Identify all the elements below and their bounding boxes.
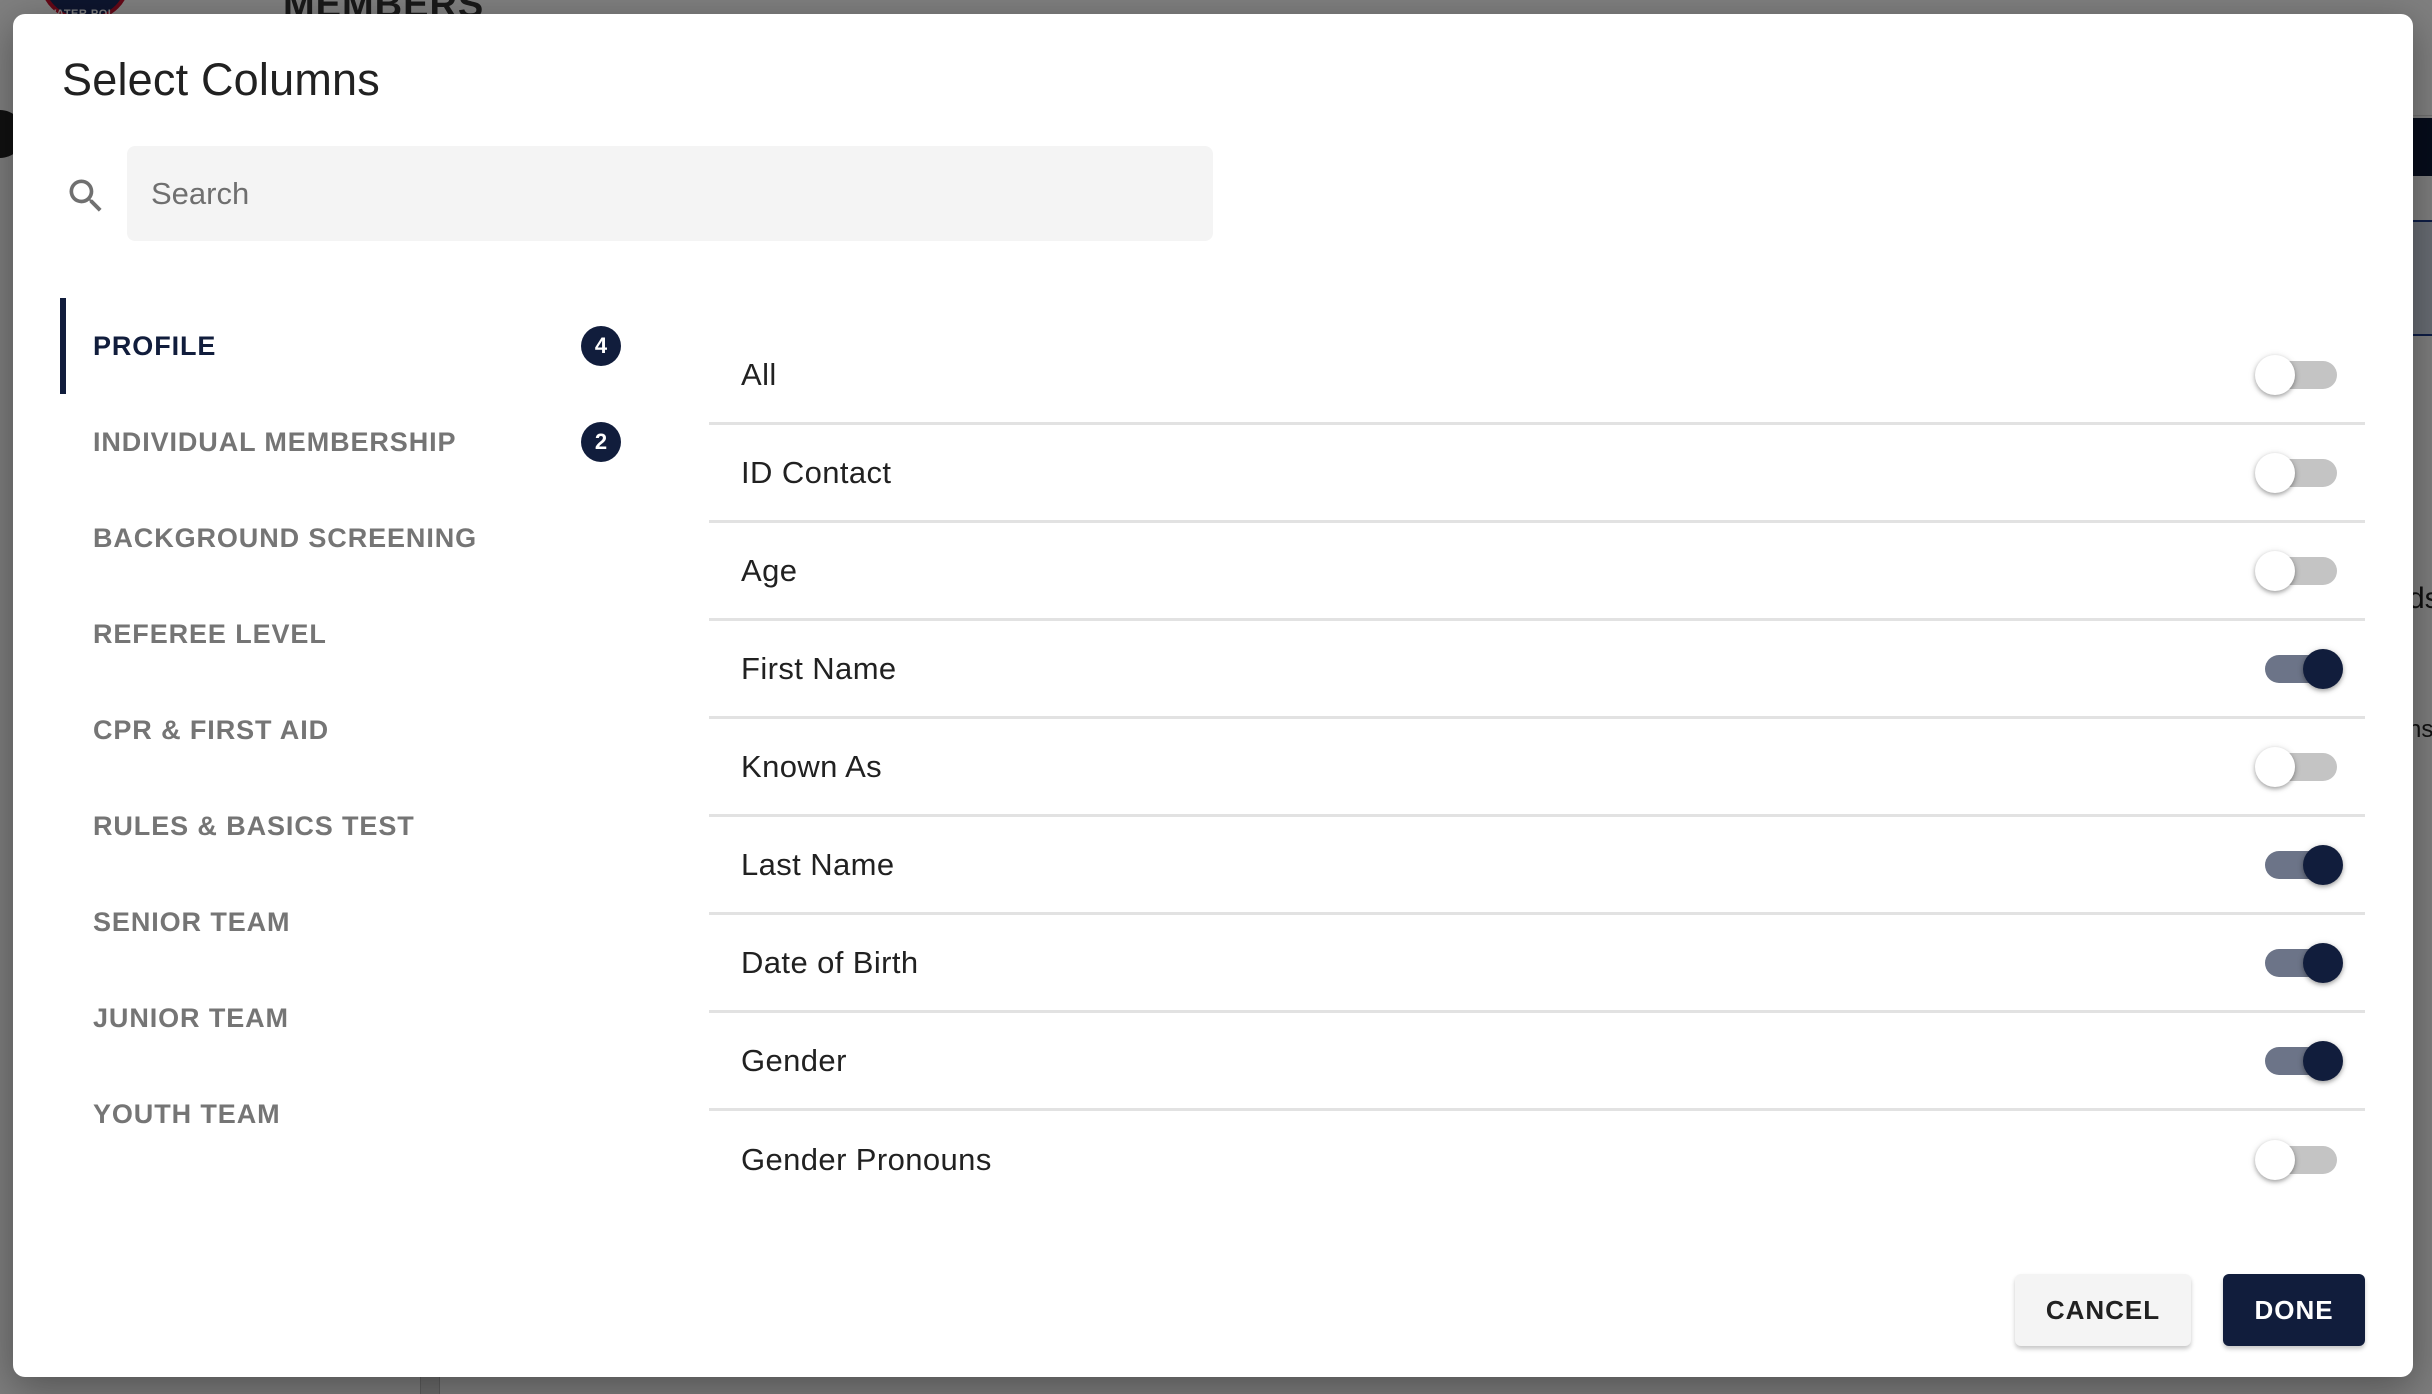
toggle-thumb: [2303, 648, 2343, 689]
sidebar-item-youth-team[interactable]: YOUTH TEAM: [60, 1066, 640, 1162]
done-button[interactable]: DONE: [2223, 1274, 2365, 1346]
sidebar-item-label: CPR & FIRST AID: [93, 714, 329, 745]
column-toggle-switch[interactable]: [2261, 1039, 2343, 1083]
column-row: ID Contact: [709, 425, 2365, 523]
sidebar-item-cpr-first-aid[interactable]: CPR & FIRST AID: [60, 682, 640, 778]
column-row: Date of Birth: [709, 915, 2365, 1013]
sidebar-item-background-screening[interactable]: BACKGROUND SCREENING: [60, 490, 640, 586]
sidebar-item-label: SENIOR TEAM: [93, 906, 291, 937]
toggle-thumb: [2303, 942, 2343, 983]
sidebar-item-rules-basics-test[interactable]: RULES & BASICS TEST: [60, 778, 640, 874]
category-sidebar: PROFILE 4 INDIVIDUAL MEMBERSHIP 2 BACKGROUND…: [60, 298, 640, 1162]
column-toggle-switch[interactable]: [2255, 1138, 2337, 1182]
sidebar-item-label: REFEREE LEVEL: [93, 618, 327, 649]
cancel-button[interactable]: CANCEL: [2015, 1274, 2191, 1346]
column-label: First Name: [741, 650, 897, 686]
column-toggle-switch[interactable]: [2261, 941, 2343, 985]
column-label: Last Name: [741, 846, 895, 882]
column-row: All: [709, 327, 2365, 425]
column-toggle-switch[interactable]: [2261, 843, 2343, 887]
toggle-thumb: [2303, 1040, 2343, 1081]
column-list: All ID Contact Age First Name Known As Last N…: [709, 327, 2365, 1209]
sidebar-item-label: INDIVIDUAL MEMBERSHIP: [93, 426, 457, 457]
column-row: Known As: [709, 719, 2365, 817]
search-input[interactable]: [127, 146, 1213, 241]
column-row: Age: [709, 523, 2365, 621]
sidebar-item-label: RULES & BASICS TEST: [93, 810, 415, 841]
toggle-thumb: [2303, 844, 2343, 885]
column-label: Gender Pronouns: [741, 1142, 992, 1177]
sidebar-item-profile[interactable]: PROFILE 4: [60, 298, 640, 394]
sidebar-item-label: YOUTH TEAM: [93, 1098, 281, 1129]
sidebar-item-senior-team[interactable]: SENIOR TEAM: [60, 874, 640, 970]
sidebar-item-label: JUNIOR TEAM: [93, 1002, 289, 1033]
column-toggle-switch[interactable]: [2255, 745, 2337, 789]
column-row: Last Name: [709, 817, 2365, 915]
sidebar-item-label: PROFILE: [93, 330, 217, 361]
column-label: Age: [741, 552, 798, 588]
sidebar-item-label: BACKGROUND SCREENING: [93, 522, 478, 553]
column-toggle-switch[interactable]: [2255, 353, 2337, 397]
column-row: Gender Pronouns: [709, 1111, 2365, 1209]
selected-count-badge: 2: [581, 422, 621, 462]
toggle-thumb: [2255, 452, 2295, 493]
select-columns-dialog: Select Columns PROFILE 4 INDIVIDUAL MEMBER…: [13, 14, 2413, 1377]
dialog-title: Select Columns: [62, 54, 380, 105]
column-toggle-switch[interactable]: [2255, 451, 2337, 495]
column-row: First Name: [709, 621, 2365, 719]
sidebar-item-individual-membership[interactable]: INDIVIDUAL MEMBERSHIP 2: [60, 394, 640, 490]
column-label: All: [741, 356, 777, 392]
column-label: ID Contact: [741, 454, 892, 490]
sidebar-item-referee-level[interactable]: REFEREE LEVEL: [60, 586, 640, 682]
sidebar-item-junior-team[interactable]: JUNIOR TEAM: [60, 970, 640, 1066]
toggle-thumb: [2255, 354, 2295, 395]
column-toggle-switch[interactable]: [2261, 647, 2343, 691]
column-toggle-switch[interactable]: [2255, 549, 2337, 593]
search-icon: [69, 179, 102, 212]
toggle-thumb: [2255, 746, 2295, 787]
selected-count-badge: 4: [581, 326, 621, 366]
column-label: Gender: [741, 1042, 847, 1078]
column-label: Known As: [741, 748, 883, 784]
column-label: Date of Birth: [741, 944, 919, 980]
toggle-thumb: [2255, 550, 2295, 591]
column-row: Gender: [709, 1013, 2365, 1111]
toggle-thumb: [2255, 1140, 2295, 1180]
